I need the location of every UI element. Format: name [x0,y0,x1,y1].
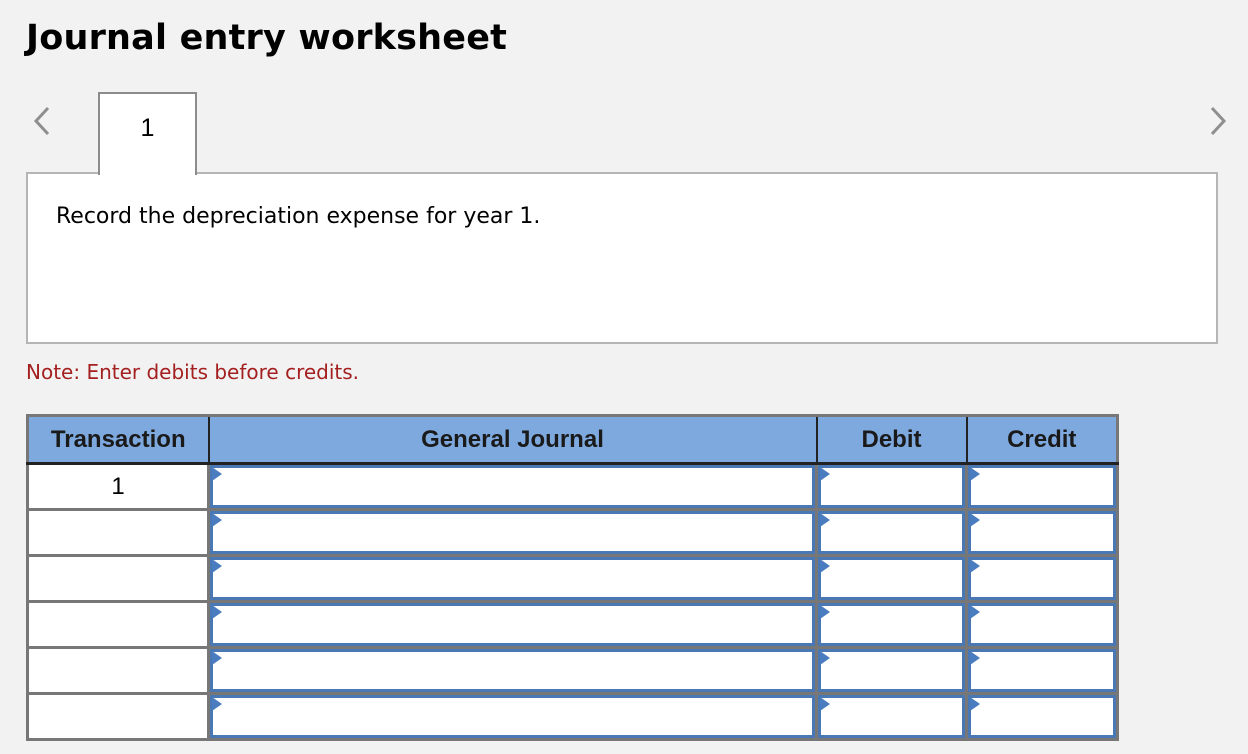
debit-cell [815,508,968,557]
debit-cell [815,692,968,741]
debit-input[interactable] [818,649,965,692]
header-credit: Credit [965,414,1119,465]
dropdown-marker-icon [820,605,830,619]
debit-input[interactable] [818,465,965,508]
chevron-left-icon [33,106,50,136]
dropdown-marker-icon [970,651,980,665]
instruction-text: Record the depreciation expense for year… [56,204,541,229]
journal-row [26,554,1119,603]
note-text: Note: Enter debits before credits. [26,360,360,384]
account-input[interactable] [210,603,815,646]
gj-cell [207,554,818,603]
gj-cell [207,508,818,557]
dropdown-marker-icon [212,605,222,619]
dropdown-marker-icon [820,467,830,481]
chevron-right-icon [1210,106,1227,136]
journal-header-row: Transaction General Journal Debit Credit [26,414,1119,465]
credit-cell [965,554,1119,603]
gj-cell [207,646,818,695]
transaction-cell [26,554,210,603]
page-title: Journal entry worksheet [26,18,508,58]
debit-input[interactable] [818,695,965,738]
debit-cell [815,646,968,695]
dropdown-marker-icon [212,651,222,665]
gj-cell [207,692,818,741]
journal-row [26,600,1119,649]
credit-input[interactable] [968,511,1116,554]
account-input[interactable] [210,511,815,554]
transaction-cell [26,646,210,695]
tab-1[interactable]: 1 [98,92,197,175]
dropdown-marker-icon [970,605,980,619]
credit-input[interactable] [968,603,1116,646]
account-input[interactable] [210,557,815,600]
account-input[interactable] [210,695,815,738]
credit-cell [965,462,1119,511]
transaction-cell [26,508,210,557]
header-general-journal: General Journal [207,414,818,465]
account-input[interactable] [210,465,815,508]
transaction-cell [26,692,210,741]
instruction-panel: Record the depreciation expense for year… [26,172,1218,344]
credit-cell [965,646,1119,695]
debit-input[interactable] [818,603,965,646]
next-tab-button[interactable] [1206,104,1230,138]
transaction-cell: 1 [26,462,210,511]
dropdown-marker-icon [212,513,222,527]
dropdown-marker-icon [970,467,980,481]
dropdown-marker-icon [970,697,980,711]
dropdown-marker-icon [212,467,222,481]
credit-cell [965,508,1119,557]
journal-row [26,508,1119,557]
journal-row: 1 [26,462,1119,511]
debit-cell [815,554,968,603]
journal-table: Transaction General Journal Debit Credit… [26,414,1119,741]
credit-input[interactable] [968,649,1116,692]
credit-input[interactable] [968,695,1116,738]
debit-input[interactable] [818,557,965,600]
account-input[interactable] [210,649,815,692]
header-transaction: Transaction [26,414,210,465]
debit-input[interactable] [818,511,965,554]
dropdown-marker-icon [820,513,830,527]
dropdown-marker-icon [820,697,830,711]
credit-input[interactable] [968,557,1116,600]
prev-tab-button[interactable] [30,104,54,138]
header-debit: Debit [815,414,968,465]
dropdown-marker-icon [212,559,222,573]
gj-cell [207,462,818,511]
dropdown-marker-icon [970,513,980,527]
transaction-cell [26,600,210,649]
credit-cell [965,600,1119,649]
dropdown-marker-icon [820,559,830,573]
debit-cell [815,462,968,511]
dropdown-marker-icon [970,559,980,573]
gj-cell [207,600,818,649]
credit-cell [965,692,1119,741]
tab-label: 1 [140,114,155,142]
journal-row [26,646,1119,695]
debit-cell [815,600,968,649]
credit-input[interactable] [968,465,1116,508]
journal-row [26,692,1119,741]
dropdown-marker-icon [820,651,830,665]
dropdown-marker-icon [212,697,222,711]
